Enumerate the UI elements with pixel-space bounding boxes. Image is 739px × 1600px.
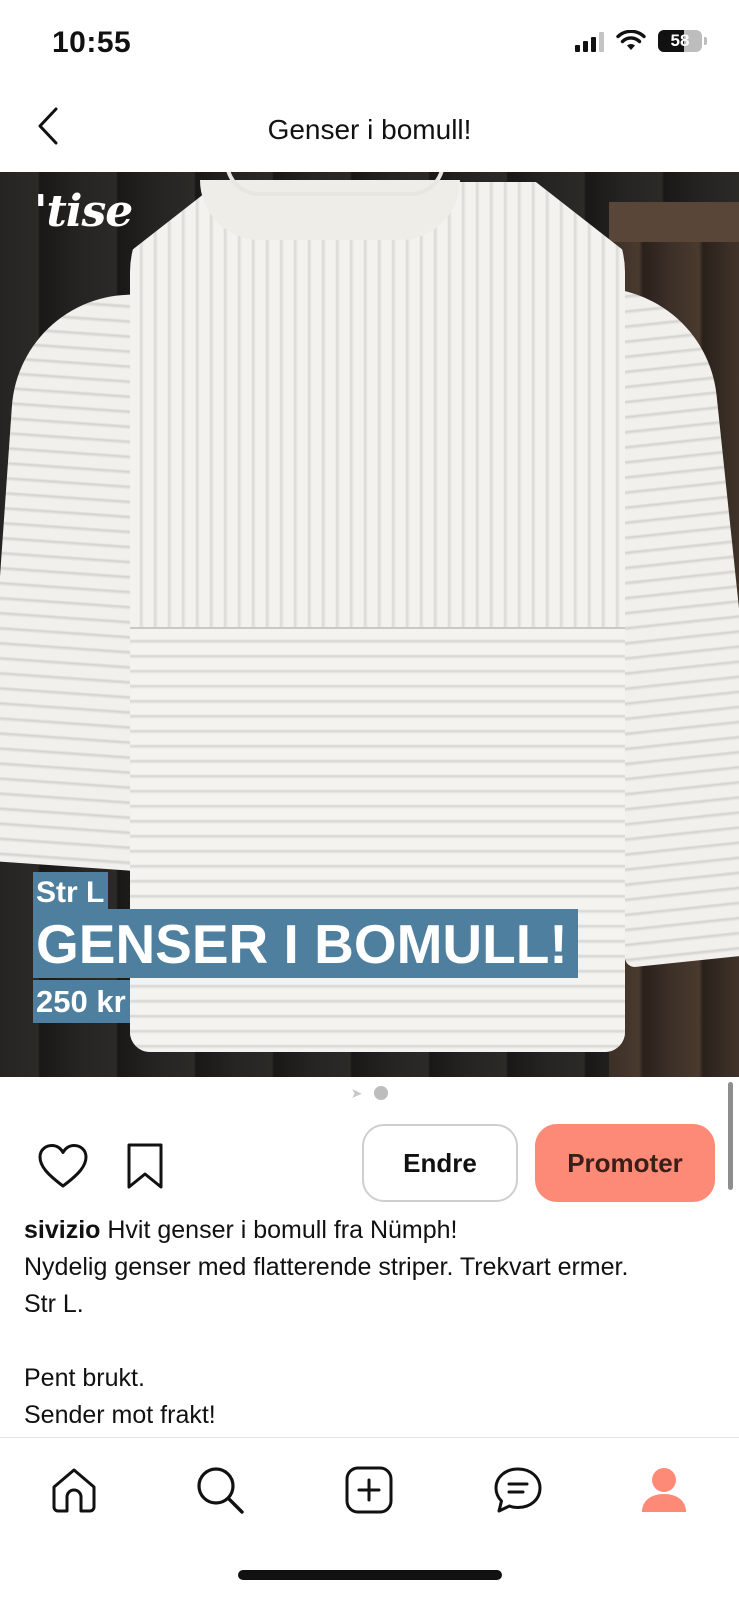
sweater-hem [130, 627, 625, 1052]
listing-description: sivizio Hvit genser i bomull fra Nümph! … [24, 1212, 714, 1434]
status-bar: 10:55 58 [0, 0, 739, 90]
nav-home[interactable] [44, 1460, 104, 1520]
nav-search[interactable] [190, 1460, 250, 1520]
bookmark-icon [127, 1143, 163, 1189]
hanger [225, 172, 445, 196]
heart-icon [38, 1144, 88, 1188]
nav-messages[interactable] [488, 1460, 548, 1520]
add-listing-icon [345, 1466, 393, 1514]
description-line-3: Str L. [24, 1290, 84, 1318]
home-indicator[interactable] [238, 1570, 502, 1580]
status-time: 10:55 [52, 26, 132, 59]
background-beam [609, 202, 739, 242]
battery-icon: 58 [658, 30, 702, 52]
battery-level: 58 [670, 31, 690, 50]
home-icon [52, 1468, 96, 1513]
seller-username[interactable]: sivizio [24, 1216, 100, 1244]
nav-profile[interactable] [634, 1460, 694, 1520]
battery-tip [704, 37, 707, 45]
bottom-nav [0, 1440, 739, 1540]
size-tag: Str L [33, 872, 109, 912]
wifi-icon [616, 30, 646, 50]
bottom-divider [0, 1437, 739, 1438]
like-button[interactable] [35, 1138, 91, 1194]
search-icon [197, 1467, 244, 1514]
location-arrow-icon: ➤ [350, 1084, 363, 1101]
description-line-1: sivizio Hvit genser i bomull fra Nümph! [24, 1212, 714, 1249]
description-line-2: Nydelig genser med flatterende striper. … [24, 1253, 629, 1281]
listing-image[interactable]: 'tise Str L GENSER I BOMULL! 250 kr [0, 172, 739, 1077]
profile-icon [642, 1468, 686, 1512]
nav-add-listing[interactable] [339, 1460, 399, 1520]
messages-icon [494, 1467, 542, 1513]
description-first-line: Hvit genser i bomull fra Nümph! [100, 1216, 458, 1244]
price-tag: 250 kr [33, 980, 130, 1023]
title-tag: GENSER I BOMULL! [33, 909, 578, 978]
edit-button[interactable]: Endre [362, 1124, 518, 1202]
nav-header: Genser i bomull! [0, 90, 739, 172]
cellular-signal-icon [575, 30, 604, 52]
description-gap [24, 1323, 714, 1360]
action-row: Endre Promoter [0, 1120, 739, 1206]
pager-dot[interactable] [374, 1086, 389, 1100]
promote-button[interactable]: Promoter [535, 1124, 715, 1202]
image-pager: ➤ [0, 1080, 739, 1106]
save-button[interactable] [117, 1138, 173, 1194]
page-title: Genser i bomull! [267, 114, 472, 145]
description-line-5: Sender mot frakt! [24, 1401, 216, 1429]
brand-logo: 'tise [34, 186, 133, 237]
status-icons: 58 [575, 30, 707, 52]
description-line-4: Pent brukt. [24, 1364, 145, 1392]
